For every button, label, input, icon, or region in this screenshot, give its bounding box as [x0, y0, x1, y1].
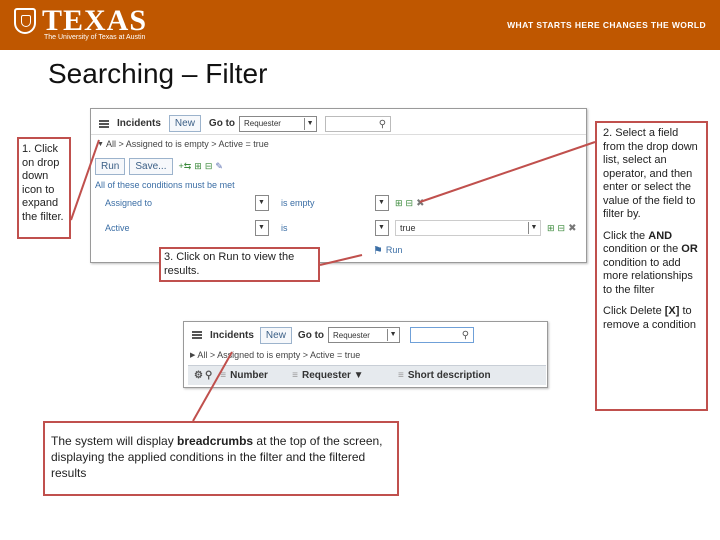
callout-and-or: Click the AND condition or the OR condit…: [603, 229, 698, 296]
callout-step-2: 2. Select a field from the drop down lis…: [603, 127, 698, 220]
callout-expand-filter: 1. Click on drop down icon to expand the…: [17, 137, 71, 239]
connector-1: [70, 139, 100, 221]
callout-select-field: 2. Select a field from the drop down lis…: [595, 121, 708, 411]
connector-2: [419, 141, 596, 203]
callout-delete: Click Delete [X] to remove a condition: [603, 305, 696, 331]
connector-4: [192, 351, 233, 422]
callout-breadcrumbs: The system will display breadcrumbs at t…: [43, 421, 399, 496]
callout-run: 3. Click on Run to view the results.: [159, 247, 320, 282]
connector-3: [319, 254, 363, 266]
